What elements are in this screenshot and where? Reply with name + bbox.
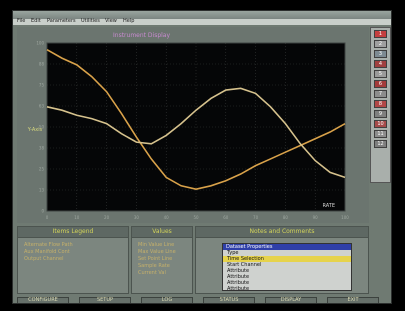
values-list: Min Value Line Max Value Line Set Point … bbox=[132, 238, 192, 281]
menu-edit[interactable]: Edit bbox=[31, 18, 41, 24]
toolbar-button-11[interactable]: 11 bbox=[374, 130, 387, 138]
toolbar-button-3[interactable]: 3 bbox=[374, 50, 387, 58]
x-tick-label: 70 bbox=[253, 215, 259, 220]
values-item: Set Point Line bbox=[138, 256, 173, 262]
bottom-button-bar: CONFIGURE SETUP LOG STATUS DISPLAY EXIT bbox=[17, 297, 389, 303]
configure-button[interactable]: CONFIGURE bbox=[17, 297, 69, 303]
y-tick-label: 88 bbox=[39, 62, 45, 67]
toolbar-button-10[interactable]: 10 bbox=[374, 120, 387, 128]
application-window: File Edit Parameters Utilities View Help… bbox=[12, 10, 392, 304]
notes-panel-title: Notes and Comments bbox=[196, 227, 368, 238]
status-button[interactable]: STATUS bbox=[203, 297, 255, 303]
legend-list: Alternate Flow Path Aux Manifold Cont Ou… bbox=[18, 238, 128, 267]
legend-item: Output Channel bbox=[24, 256, 64, 262]
chart: 0 10 20 30 40 50 60 70 80 90 100013253850637588100… bbox=[17, 27, 369, 223]
x-tick-label: 10 bbox=[74, 215, 80, 220]
x-tick-label: 90 bbox=[313, 215, 319, 220]
x-tick-label: 20 bbox=[104, 215, 110, 220]
y-tick-label: 75 bbox=[39, 83, 45, 88]
y-tick-label: 38 bbox=[39, 146, 45, 151]
annotation-rate: RATE bbox=[322, 203, 335, 209]
y-tick-label: 63 bbox=[39, 104, 45, 109]
values-item: Sample Rate bbox=[138, 263, 170, 269]
scope-frame: 0 10 20 30 40 50 60 70 80 90 100 0 13 25 38 50 63 75 88 100… bbox=[17, 27, 369, 223]
display-button[interactable]: DISPLAY bbox=[265, 297, 317, 303]
values-item: Max Value Line bbox=[138, 249, 176, 255]
x-tick-label: 30 bbox=[134, 215, 140, 220]
x-tick-label: 80 bbox=[283, 215, 289, 220]
menu-bar: File Edit Parameters Utilities View Help bbox=[13, 18, 391, 25]
y-axis-label: Y-Axis bbox=[27, 127, 43, 133]
log-button[interactable]: LOG bbox=[141, 297, 193, 303]
legend-item: Aux Manifold Cont bbox=[24, 249, 70, 255]
menu-view[interactable]: View bbox=[105, 18, 117, 24]
toolbar-button-9[interactable]: 9 bbox=[374, 110, 387, 118]
menu-parameters[interactable]: Parameters bbox=[47, 18, 76, 24]
toolbar-button-5[interactable]: 5 bbox=[374, 70, 387, 78]
x-tick-label: 100 bbox=[341, 215, 349, 220]
vertical-toolbar: 1 2 3 4 5 6 7 8 9 10 11 12 bbox=[370, 27, 391, 183]
values-item: Min Value Line bbox=[138, 242, 175, 248]
values-panel: Values Min Value Line Max Value Line Set… bbox=[131, 226, 193, 294]
y-tick-label: 13 bbox=[39, 188, 45, 193]
values-item: Current Val bbox=[138, 270, 166, 276]
toolbar-button-1[interactable]: 1 bbox=[374, 30, 387, 38]
x-tick-label: 0 bbox=[46, 215, 49, 220]
menu-utilities[interactable]: Utilities bbox=[81, 18, 100, 24]
properties-dialog[interactable]: Dataset Properties Type Time Selection S… bbox=[222, 243, 352, 292]
setup-button[interactable]: SETUP bbox=[79, 297, 131, 303]
x-tick-label: 40 bbox=[164, 215, 170, 220]
values-panel-title: Values bbox=[132, 227, 192, 238]
toolbar-button-6[interactable]: 6 bbox=[374, 80, 387, 88]
toolbar-button-2[interactable]: 2 bbox=[374, 40, 387, 48]
legend-panel: Items Legend Alternate Flow Path Aux Man… bbox=[17, 226, 129, 294]
notes-panel: Notes and Comments Dataset Properties Ty… bbox=[195, 226, 369, 294]
toolbar-button-4[interactable]: 4 bbox=[374, 60, 387, 68]
chart-title: Instrument Display bbox=[113, 32, 170, 39]
dialog-row[interactable]: Attribute bbox=[223, 286, 351, 292]
toolbar-button-8[interactable]: 8 bbox=[374, 100, 387, 108]
menu-help[interactable]: Help bbox=[123, 18, 134, 24]
menu-file[interactable]: File bbox=[17, 18, 25, 24]
x-tick-label: 60 bbox=[223, 215, 229, 220]
toolbar-button-12[interactable]: 12 bbox=[374, 140, 387, 148]
legend-panel-title: Items Legend bbox=[18, 227, 128, 238]
legend-item: Alternate Flow Path bbox=[24, 242, 73, 248]
y-tick-label: 100 bbox=[36, 41, 44, 46]
y-tick-label: 25 bbox=[39, 167, 45, 172]
x-tick-label: 50 bbox=[193, 215, 199, 220]
toolbar-button-7[interactable]: 7 bbox=[374, 90, 387, 98]
exit-button[interactable]: EXIT bbox=[327, 297, 379, 303]
